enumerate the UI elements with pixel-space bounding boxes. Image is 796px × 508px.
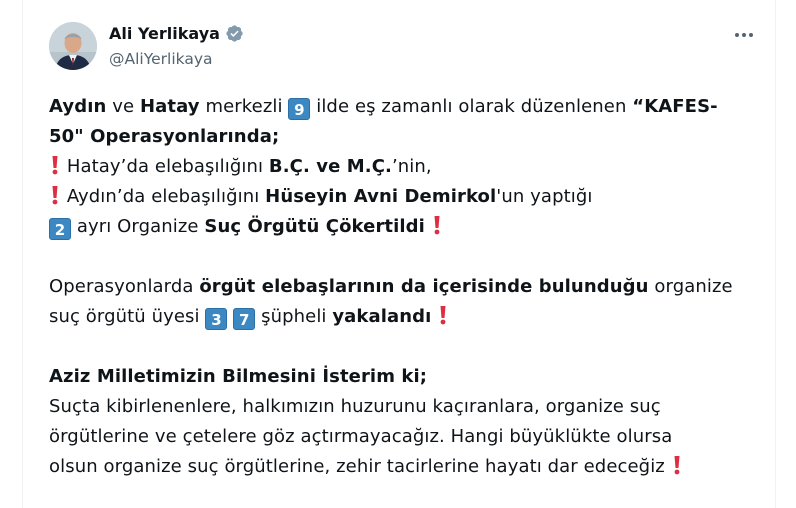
red-exclamation-icon xyxy=(52,156,58,175)
red-exclamation-icon xyxy=(440,306,446,325)
text-bold: Hüseyin Avni Demirkol xyxy=(265,186,497,207)
tweet-line: suç örgütü üyesi 3 7 şüpheli yakalandı xyxy=(49,302,759,332)
text: Suçta kibirlenenlere, halkımızın huzurun… xyxy=(49,396,661,417)
tweet-line: Suçta kibirlenenlere, halkımızın huzurun… xyxy=(49,392,759,422)
author-handle[interactable]: @AliYerlikaya xyxy=(109,50,213,68)
text: merkezli xyxy=(199,96,289,117)
tweet-line: Aziz Milletimizin Bilmesini İsterim ki; xyxy=(49,362,759,392)
tweet-line: Operasyonlarda örgüt elebaşlarının da iç… xyxy=(49,272,759,302)
red-exclamation-icon xyxy=(52,186,58,205)
tweet-text: Aydın ve Hatay merkezli 9 ilde eş zamanl… xyxy=(49,92,759,482)
text: organize xyxy=(648,276,733,297)
text-bold: B.Ç. ve M.Ç. xyxy=(268,156,392,177)
more-options-icon[interactable] xyxy=(731,24,757,46)
text: Aydın’da elebaşılığını xyxy=(61,186,266,207)
keycap-2-icon: 2 xyxy=(49,218,71,240)
text: Operasyonlarda xyxy=(49,276,200,297)
tweet-line: 2 ayrı Organize Suç Örgütü Çökertildi xyxy=(49,212,759,242)
text: ve xyxy=(106,96,140,117)
text: örgütlerine ve çetelere göz açtırmayacağ… xyxy=(49,426,673,447)
keycap-7-icon: 7 xyxy=(233,308,256,330)
text: Hatay’da elebaşılığını xyxy=(61,156,269,177)
tweet-line: Aydın’da elebaşılığını Hüseyin Avni Demi… xyxy=(49,182,759,212)
text-bold: örgüt elebaşlarının da içerisinde bulund… xyxy=(199,276,649,297)
tweet-line: olsun organize suç örgütlerine, zehir ta… xyxy=(49,452,759,482)
text: olsun organize suç örgütlerine, zehir ta… xyxy=(49,456,665,477)
red-exclamation-icon xyxy=(674,456,680,475)
tweet-line: 50" Operasyonlarında; xyxy=(49,122,759,152)
text: ayrı Organize xyxy=(71,216,205,237)
text: şüpheli xyxy=(255,306,333,327)
author-name[interactable]: Ali Yerlikaya xyxy=(109,24,220,43)
keycap-9-icon: 9 xyxy=(288,98,311,120)
tweet-line: Hatay’da elebaşılığını B.Ç. ve M.Ç.’nin, xyxy=(49,152,759,182)
keycap-3-icon: 3 xyxy=(205,308,228,330)
tweet-line: örgütlerine ve çetelere göz açtırmayacağ… xyxy=(49,422,759,452)
tweet-card[interactable]: Ali Yerlikaya @AliYerlikaya Aydın ve Hat… xyxy=(22,0,776,508)
text-bold: Aziz Milletimizin Bilmesini İsterim ki; xyxy=(49,366,428,387)
text: ’nin, xyxy=(391,156,432,177)
avatar[interactable] xyxy=(49,22,97,70)
text-bold: Aydın xyxy=(49,96,107,117)
tweet-line: Aydın ve Hatay merkezli 9 ilde eş zamanl… xyxy=(49,92,759,122)
text-bold: yakalandı xyxy=(332,306,432,327)
text: suç örgütü üyesi xyxy=(49,306,206,327)
text-bold: 50" Operasyonlarında; xyxy=(49,126,280,147)
text-bold: Suç Örgütü Çökertildi xyxy=(204,216,425,237)
red-exclamation-icon xyxy=(434,216,440,235)
text: ilde eş zamanlı olarak düzenlenen xyxy=(310,96,633,117)
verified-badge-icon xyxy=(226,25,243,42)
text-bold: “KAFES- xyxy=(632,96,718,117)
text: 'un yaptığı xyxy=(496,186,593,207)
text-bold: Hatay xyxy=(139,96,200,117)
